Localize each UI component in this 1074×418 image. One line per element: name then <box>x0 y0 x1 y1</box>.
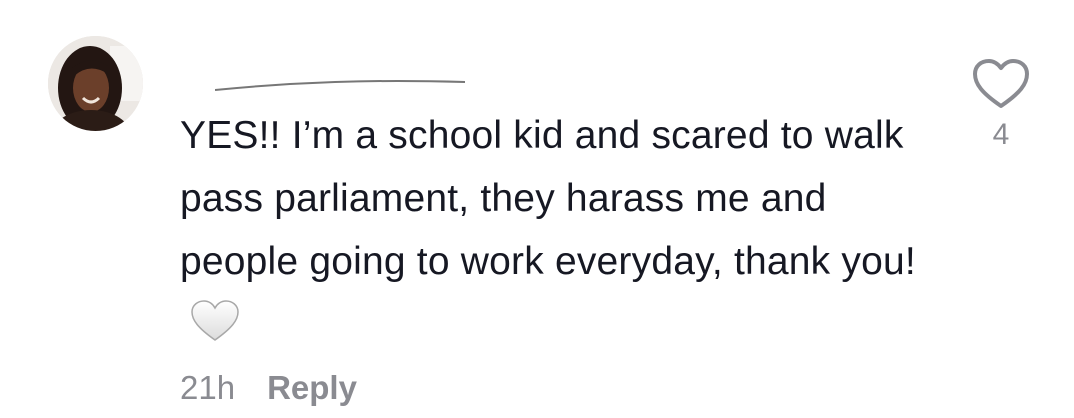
like-count: 4 <box>992 118 1010 151</box>
avatar[interactable] <box>48 36 143 131</box>
username-line <box>215 80 465 91</box>
comment-meta: 21h Reply <box>180 366 357 410</box>
comment-text: YES!! I’m a school kid and scared to wal… <box>180 104 940 356</box>
comment-body: YES!! I’m a school kid and scared to wal… <box>180 114 916 283</box>
timestamp: 21h <box>180 369 236 406</box>
like-area: 4 <box>968 58 1034 152</box>
reply-button[interactable]: Reply <box>267 369 357 407</box>
white-heart-emoji-icon <box>191 300 239 341</box>
heart-outline-icon[interactable] <box>972 58 1030 110</box>
comment-item: YES!! I’m a school kid and scared to wal… <box>0 0 1074 418</box>
avatar-image <box>48 36 143 131</box>
